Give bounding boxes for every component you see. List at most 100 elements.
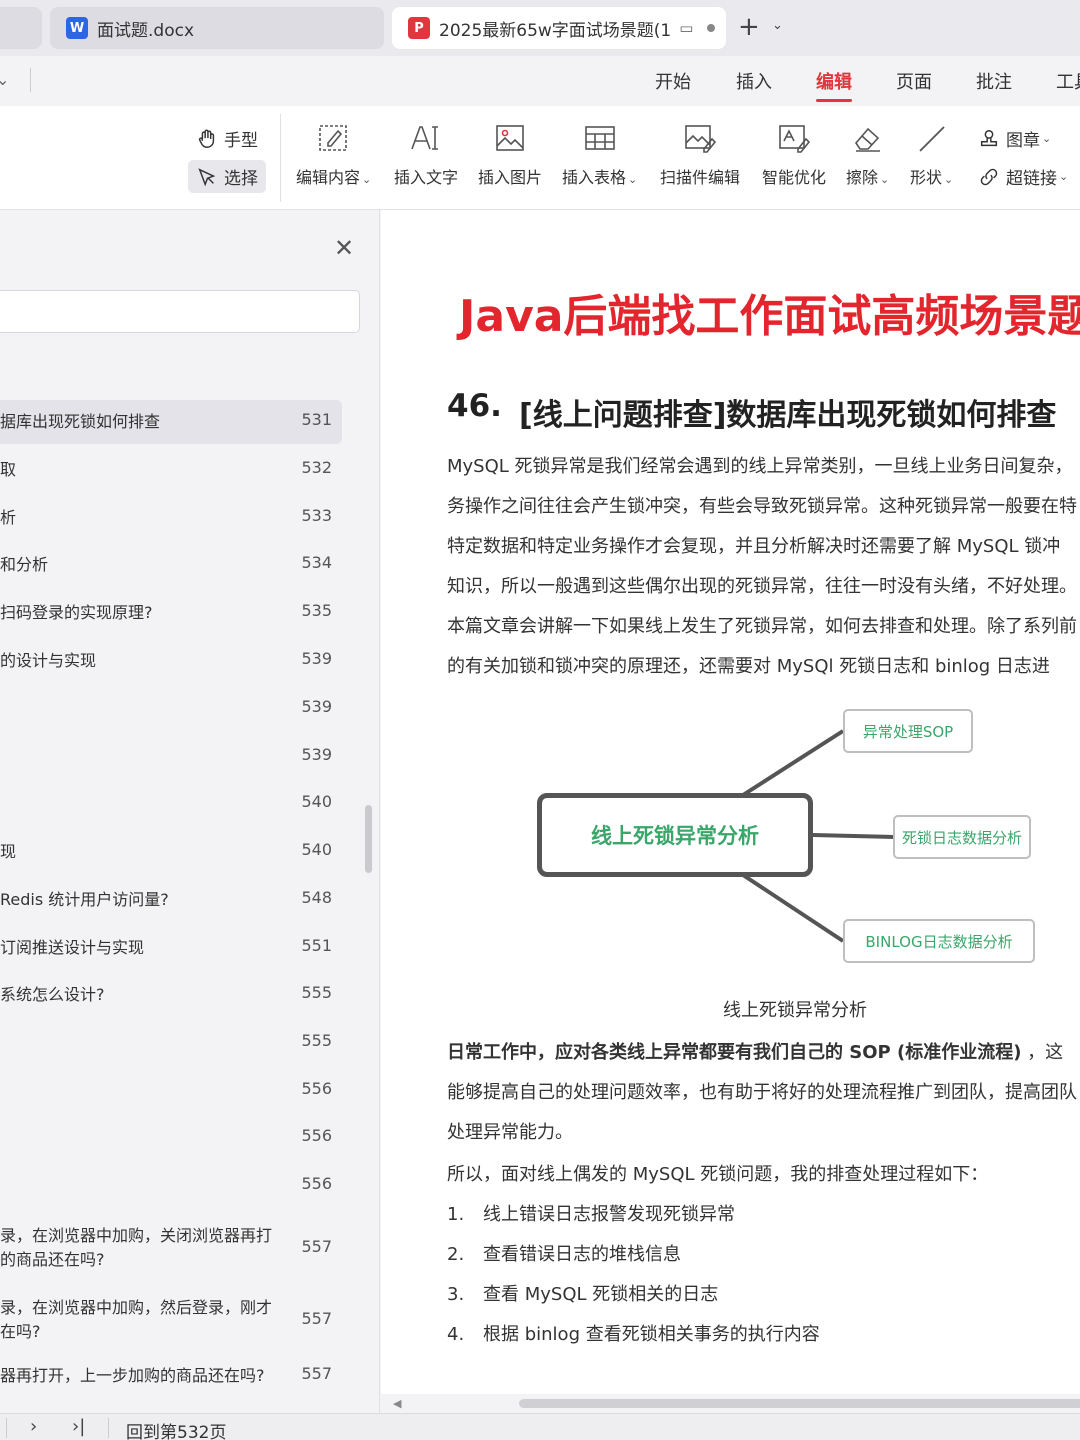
outline-item[interactable]: 析 533 xyxy=(0,496,342,540)
tab-previous[interactable] xyxy=(0,7,42,49)
outline-item[interactable]: 539 xyxy=(0,687,342,731)
outline-item-page: 532 xyxy=(301,458,332,477)
menu-edit[interactable]: 编辑 xyxy=(816,68,852,102)
chevron-down-icon[interactable]: ⌄ xyxy=(0,70,9,89)
edit-content-label: 编辑内容 xyxy=(296,168,361,187)
outline-scrollbar[interactable] xyxy=(365,805,372,873)
outline-item-title: Redis 统计用户访问量? xyxy=(0,890,169,909)
link-icon xyxy=(980,168,998,185)
outline-item[interactable]: 555 xyxy=(0,1021,342,1065)
intro-line: 本篇文章会讲解一下如果线上发生了死锁异常，如何去排查和处理。除了系列前 xyxy=(447,616,1077,637)
menu-insert[interactable]: 插入 xyxy=(736,68,772,94)
close-icon[interactable]: ✕ xyxy=(334,236,354,260)
outline-item[interactable]: 扫码登录的实现原理? 535 xyxy=(0,591,342,635)
outline-item-page: 535 xyxy=(301,601,332,620)
insert-text-label: 插入文字 xyxy=(394,168,459,187)
outline-item-title: 据库出现死锁如何排查 xyxy=(0,412,161,431)
outline-item[interactable]: 的设计与实现 539 xyxy=(0,639,342,683)
outline-item-page: 557 xyxy=(301,1237,332,1256)
menu-tools[interactable]: 工具 xyxy=(1056,68,1080,94)
outline-item[interactable]: Redis 统计用户访问量? 548 xyxy=(0,878,342,922)
last-page-icon[interactable]: ›| xyxy=(72,1416,85,1437)
outline-item[interactable]: 539 xyxy=(0,735,342,779)
outline-item-title: 和分析 xyxy=(0,555,49,574)
outline-item-page: 555 xyxy=(301,1031,332,1050)
horizontal-scrollbar[interactable]: ◀ xyxy=(381,1394,1080,1413)
tab-document-pdf[interactable]: P 2025最新65w字面试场景题(1 ▭ xyxy=(392,7,726,49)
outline-item-page: 555 xyxy=(301,983,332,1002)
outline-item[interactable]: 556 xyxy=(0,1069,342,1113)
sop-paragraph-line: 能够提高自己的处理问题效率，也有助于将好的处理流程推广到团队，提高团队 xyxy=(447,1082,1077,1103)
outline-item-page: 531 xyxy=(301,410,332,429)
shape-label: 形状 xyxy=(910,168,943,187)
smart-optimize-button[interactable]: 智能优化 xyxy=(762,120,826,188)
intro-line: 的有关加锁和锁冲突的原理还，还需要对 MySQl 死锁日志和 binlog 日志… xyxy=(447,656,1050,677)
insert-table-button[interactable]: 插入表格 ⌄ xyxy=(562,120,637,188)
outline-item[interactable]: 540 xyxy=(0,782,342,826)
outline-item[interactable]: 取 532 xyxy=(0,448,342,492)
insert-image-label: 插入图片 xyxy=(478,168,543,187)
tab-bar: W 面试题.docx P 2025最新65w字面试场景题(1 ▭ + ⌄ xyxy=(0,0,1080,56)
seal-button[interactable]: 图章 ⌄ xyxy=(970,122,1059,155)
outline-search-input[interactable] xyxy=(0,290,360,333)
edit-content-button[interactable]: 编辑内容 ⌄ xyxy=(296,120,371,188)
erase-button[interactable]: 擦除 ⌄ xyxy=(846,120,889,188)
menu-bar: ⌄ 开始 插入 编辑 页面 批注 工具 xyxy=(0,56,1080,106)
outline-item[interactable]: 和分析 534 xyxy=(0,543,342,587)
ribbon-toolbar: 手型 选择 编辑内容 ⌄ 插入文字 插入图片 插入表格 ⌄ 扫描件编辑 智能优化 擦… xyxy=(0,106,1080,210)
outline-item[interactable]: 录，在浏览器中加购，关闭浏览器再打 的商品还在吗? 557 xyxy=(0,1220,342,1276)
outline-item[interactable]: 系统怎么设计? 555 xyxy=(0,973,342,1017)
chevron-down-icon[interactable]: ⌄ xyxy=(772,18,783,33)
select-tool-button[interactable]: 选择 xyxy=(188,160,266,193)
chevron-down-icon: ⌄ xyxy=(880,173,890,186)
outline-item[interactable]: 据库出现死锁如何排查 531 xyxy=(0,400,342,444)
monitor-icon[interactable]: ▭ xyxy=(679,19,693,37)
chevron-down-icon: ⌄ xyxy=(1059,170,1069,183)
outline-item[interactable]: 现 540 xyxy=(0,830,342,874)
chevron-down-icon: ⌄ xyxy=(944,173,954,186)
insert-image-button[interactable]: 插入图片 xyxy=(478,120,542,188)
menu-comment[interactable]: 批注 xyxy=(976,68,1012,94)
cursor-icon xyxy=(198,167,216,186)
outline-item-title: 订阅推送设计与实现 xyxy=(0,938,145,957)
intro-line: 知识，所以一般遇到这些偶尔出现的死锁异常，往往一时没有头绪，不好处理。 xyxy=(447,576,1077,597)
sop-paragraph-line: 日常工作中，应对各类线上异常都要有我们自己的 SOP (标准作业流程) ，这 xyxy=(447,1038,1080,1064)
hand-tool-label: 手型 xyxy=(224,131,258,151)
hyperlink-label: 超链接 xyxy=(1006,169,1057,189)
scroll-left-arrow-icon[interactable]: ◀ xyxy=(393,1397,401,1410)
tab-title: 2025最新65w字面试场景题(1 xyxy=(439,20,672,41)
outline-item[interactable]: 556 xyxy=(0,1164,342,1208)
menu-page[interactable]: 页面 xyxy=(896,68,932,94)
outline-item[interactable]: 订阅推送设计与实现 551 xyxy=(0,926,342,970)
erase-label: 擦除 xyxy=(846,168,879,187)
goto-page-link[interactable]: 回到第532页 xyxy=(126,1418,226,1440)
outline-item-title: 的设计与实现 xyxy=(0,651,97,670)
outline-item[interactable]: 556 xyxy=(0,1116,342,1160)
sop-rest-text: ，这 xyxy=(1021,1042,1064,1063)
outline-item[interactable]: 录，在浏览器中加购，然后登录，刚才 在吗? 557 xyxy=(0,1292,342,1348)
insert-text-button[interactable]: 插入文字 xyxy=(394,120,458,188)
hyperlink-button[interactable]: 超链接 ⌄ xyxy=(970,160,1076,193)
section-number: 46. xyxy=(447,388,502,424)
hand-tool-button[interactable]: 手型 xyxy=(188,122,266,155)
new-tab-plus-icon[interactable]: + xyxy=(738,12,760,42)
outline-item-title: 系统怎么设计? xyxy=(0,985,105,1004)
scrollbar-thumb[interactable] xyxy=(519,1399,1080,1408)
stamp-icon xyxy=(980,129,998,146)
unsaved-dot-icon[interactable] xyxy=(707,24,716,32)
process-intro: 所以，面对线上偶发的 MySQL 死锁问题，我的排查处理过程如下： xyxy=(447,1164,989,1185)
menu-start[interactable]: 开始 xyxy=(655,68,691,94)
outline-item-page: 539 xyxy=(301,745,332,764)
hand-icon xyxy=(198,129,215,148)
divider xyxy=(108,1418,109,1438)
outline-item-page: 556 xyxy=(301,1079,332,1098)
word-file-icon: W xyxy=(66,17,88,39)
outline-item[interactable]: 器再打开，上一步加购的商品还在吗? 557 xyxy=(0,1354,342,1398)
tab-document-docx[interactable]: W 面试题.docx xyxy=(50,7,384,49)
next-page-icon[interactable]: › xyxy=(30,1416,37,1437)
scan-edit-button[interactable]: 扫描件编辑 xyxy=(660,120,740,188)
shape-button[interactable]: 形状 ⌄ xyxy=(910,120,953,188)
outline-item-page: 556 xyxy=(301,1126,332,1145)
diagram-branch-node: 异常处理SOP xyxy=(843,709,973,753)
list-item: 4. 根据 binlog 查看死锁相关事务的执行内容 xyxy=(447,1324,820,1345)
